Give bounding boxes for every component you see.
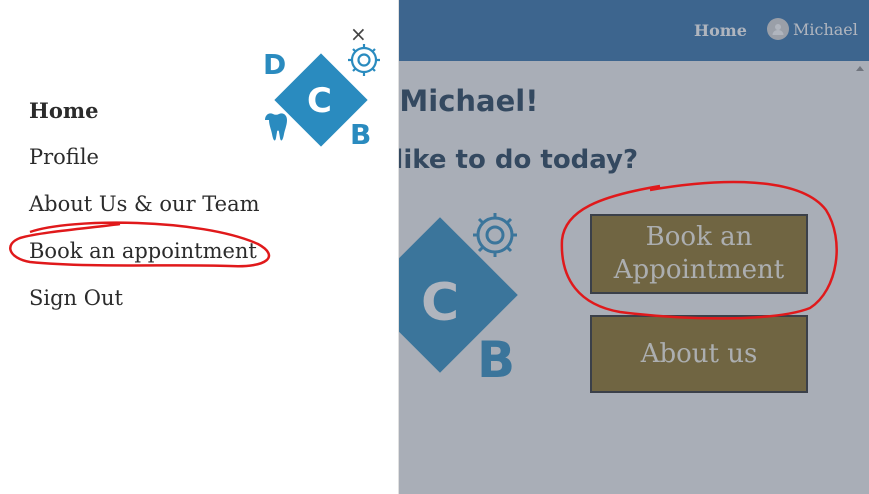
side-drawer: × D C B Home Profile About Us & our Team… [0,0,399,494]
menu-item-profile[interactable]: Profile [29,145,99,169]
menu-item-sign-out[interactable]: Sign Out [29,286,123,310]
svg-text:D: D [263,48,286,81]
gear-icon [348,44,380,76]
clinic-logo-small: D C B [263,44,380,151]
menu-item-home[interactable]: Home [29,98,98,123]
menu-item-about-us[interactable]: About Us & our Team [29,192,260,216]
svg-text:C: C [307,81,332,121]
tooth-icon [265,113,287,141]
menu-item-book-appointment[interactable]: Book an appointment [29,239,257,263]
svg-text:B: B [350,118,371,151]
